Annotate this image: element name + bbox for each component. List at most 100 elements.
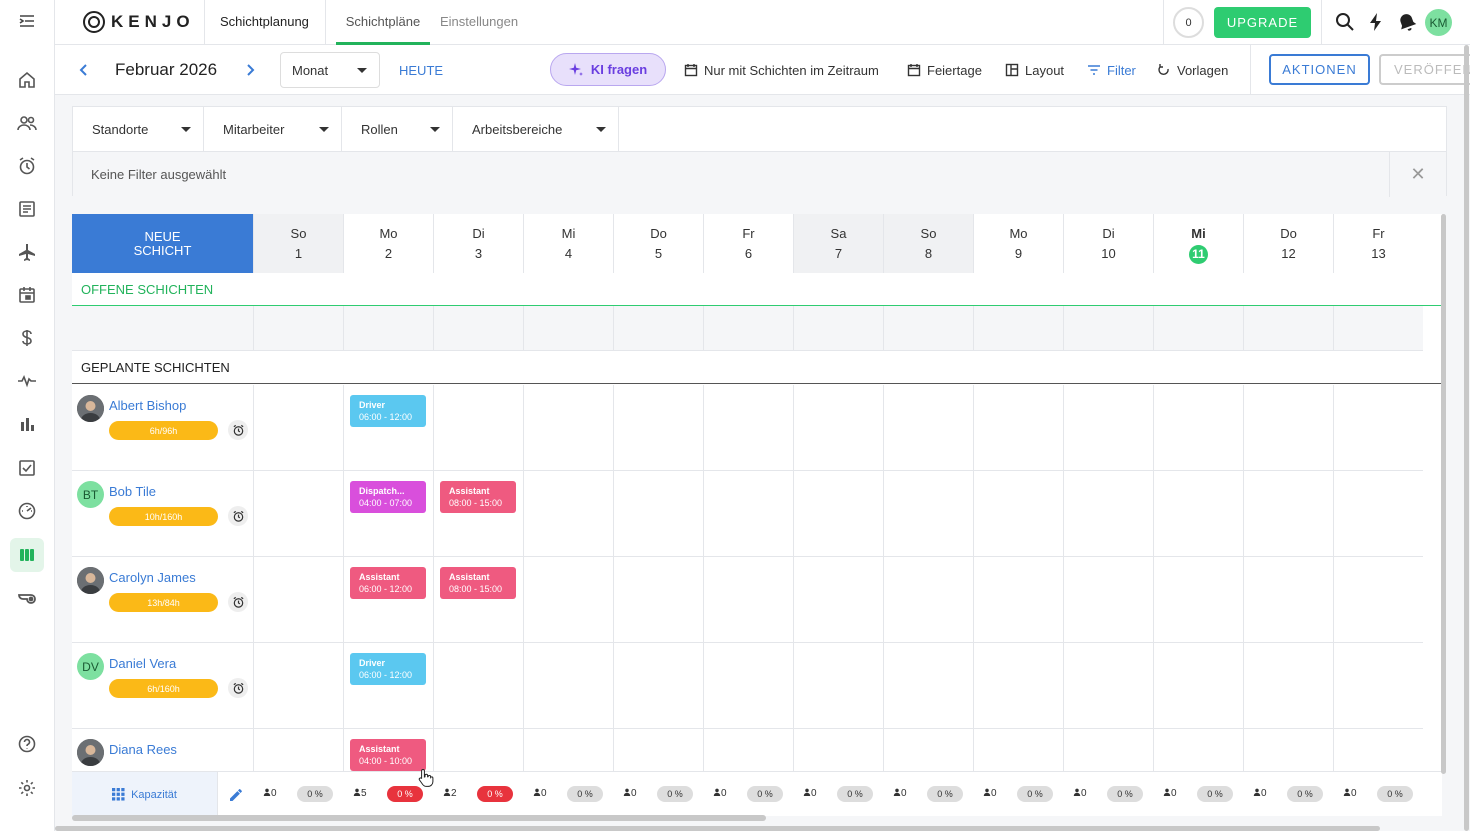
shift-cell[interactable] (1063, 729, 1153, 771)
alarm-clock-icon[interactable] (228, 420, 248, 440)
day-header[interactable]: Mi 11 (1153, 214, 1243, 273)
lightning-icon[interactable] (1365, 11, 1387, 33)
employee-name[interactable]: Albert Bishop (109, 398, 186, 413)
shift-cell[interactable] (1333, 557, 1423, 643)
shift-cell[interactable] (253, 471, 343, 557)
help-icon[interactable] (10, 727, 44, 761)
shift-planning-icon[interactable] (10, 538, 44, 572)
only-shifts-toggle[interactable]: Nur mit Schichten im Zeitraum (684, 45, 879, 95)
tab-einstellungen[interactable]: Einstellungen (440, 0, 518, 45)
shift-cell[interactable] (703, 471, 793, 557)
day-header[interactable]: Mo 2 (343, 214, 433, 273)
shift-cell[interactable] (523, 729, 613, 771)
day-header[interactable]: So 1 (253, 214, 343, 273)
avatar[interactable]: DV (77, 653, 104, 680)
shift-cell[interactable] (973, 385, 1063, 471)
shift-card[interactable]: Driver 06:00 - 12:00 (350, 653, 426, 685)
open-shift-cell[interactable] (1063, 306, 1153, 351)
shift-cell[interactable] (1153, 385, 1243, 471)
location-filter[interactable]: Standorte (73, 107, 204, 151)
prev-period-button[interactable] (77, 45, 91, 95)
employee-name[interactable]: Diana Rees (109, 742, 177, 757)
shift-cell[interactable] (433, 729, 523, 771)
checkbox-icon[interactable] (10, 451, 44, 485)
shift-cell[interactable] (793, 643, 883, 729)
shift-cell[interactable] (1243, 385, 1333, 471)
shift-cell[interactable] (253, 557, 343, 643)
shift-cell[interactable] (613, 385, 703, 471)
page-vertical-scrollbar[interactable] (1464, 45, 1469, 831)
alarm-clock-icon[interactable] (228, 506, 248, 526)
edit-icon[interactable] (218, 772, 253, 817)
close-icon[interactable]: ✕ (1389, 152, 1446, 197)
shift-cell[interactable] (523, 385, 613, 471)
open-shift-cell[interactable] (613, 306, 703, 351)
tab-schichtplaene[interactable]: Schichtpläne (336, 0, 430, 45)
shift-cell[interactable] (1153, 471, 1243, 557)
shift-cell[interactable] (883, 729, 973, 771)
new-shift-button[interactable]: NEUE SCHICHT (72, 214, 253, 273)
shift-cell[interactable] (1153, 729, 1243, 771)
shift-cell[interactable] (1063, 471, 1153, 557)
section-title[interactable]: Schichtplanung (220, 0, 309, 45)
day-header[interactable]: Fr 6 (703, 214, 793, 273)
shift-cell[interactable] (973, 471, 1063, 557)
day-header[interactable]: Do 5 (613, 214, 703, 273)
shift-card[interactable]: Driver 06:00 - 12:00 (350, 395, 426, 427)
open-shift-cell[interactable] (793, 306, 883, 351)
notification-counter[interactable]: 0 (1173, 7, 1204, 38)
shift-cell[interactable] (973, 729, 1063, 771)
shift-cell[interactable] (703, 643, 793, 729)
open-shift-cell[interactable] (523, 306, 613, 351)
whistle-icon[interactable] (10, 580, 44, 614)
pulse-icon[interactable] (10, 364, 44, 398)
shift-cell[interactable] (1243, 643, 1333, 729)
open-shift-cell[interactable] (883, 306, 973, 351)
avatar[interactable] (77, 739, 104, 766)
shift-cell[interactable] (523, 471, 613, 557)
day-header[interactable]: So 8 (883, 214, 973, 273)
day-header[interactable]: Mi 4 (523, 214, 613, 273)
day-header[interactable]: Do 12 (1243, 214, 1333, 273)
avatar[interactable] (77, 395, 104, 422)
shift-cell[interactable] (973, 643, 1063, 729)
open-shift-cell[interactable] (1153, 306, 1243, 351)
templates-button[interactable]: Vorlagen (1157, 45, 1228, 95)
capacity-button[interactable]: Kapazität (72, 772, 218, 817)
settings-icon[interactable] (10, 771, 44, 805)
shift-cell[interactable] (703, 557, 793, 643)
shift-cell[interactable] (973, 557, 1063, 643)
open-shift-cell[interactable] (973, 306, 1063, 351)
next-period-button[interactable] (243, 45, 257, 95)
day-header[interactable]: Sa 7 (793, 214, 883, 273)
shift-cell[interactable] (253, 385, 343, 471)
workarea-filter[interactable]: Arbeitsbereiche (453, 107, 619, 151)
publish-button[interactable]: VERÖFFEN (1379, 54, 1470, 85)
shift-cell[interactable] (1153, 643, 1243, 729)
bell-icon[interactable] (1396, 11, 1418, 33)
shift-cell[interactable] (253, 643, 343, 729)
ki-ask-button[interactable]: KI fragen (550, 53, 666, 86)
shift-card[interactable]: Assistant 08:00 - 15:00 (440, 567, 516, 599)
shift-cell[interactable] (703, 385, 793, 471)
day-header[interactable]: Mo 9 (973, 214, 1063, 273)
employee-name[interactable]: Bob Tile (109, 484, 156, 499)
horizontal-scrollbar[interactable] (72, 815, 766, 821)
open-shift-cell[interactable] (1243, 306, 1333, 351)
shift-cell[interactable] (1333, 643, 1423, 729)
shift-card[interactable]: Dispatch... 04:00 - 07:00 (350, 481, 426, 513)
shift-cell[interactable] (793, 729, 883, 771)
role-filter[interactable]: Rollen (342, 107, 453, 151)
actions-button[interactable]: AKTIONEN (1269, 54, 1370, 85)
shift-cell[interactable] (793, 385, 883, 471)
vertical-scrollbar[interactable] (1441, 214, 1446, 774)
alarm-clock-icon[interactable] (228, 678, 248, 698)
shift-cell[interactable] (613, 643, 703, 729)
alarm-clock-icon[interactable] (10, 149, 44, 183)
search-icon[interactable] (1334, 11, 1356, 33)
employee-name[interactable]: Carolyn James (109, 570, 196, 585)
shift-cell[interactable] (1243, 557, 1333, 643)
shift-cell[interactable] (433, 385, 523, 471)
home-icon[interactable] (10, 63, 44, 97)
shift-cell[interactable] (253, 729, 343, 771)
